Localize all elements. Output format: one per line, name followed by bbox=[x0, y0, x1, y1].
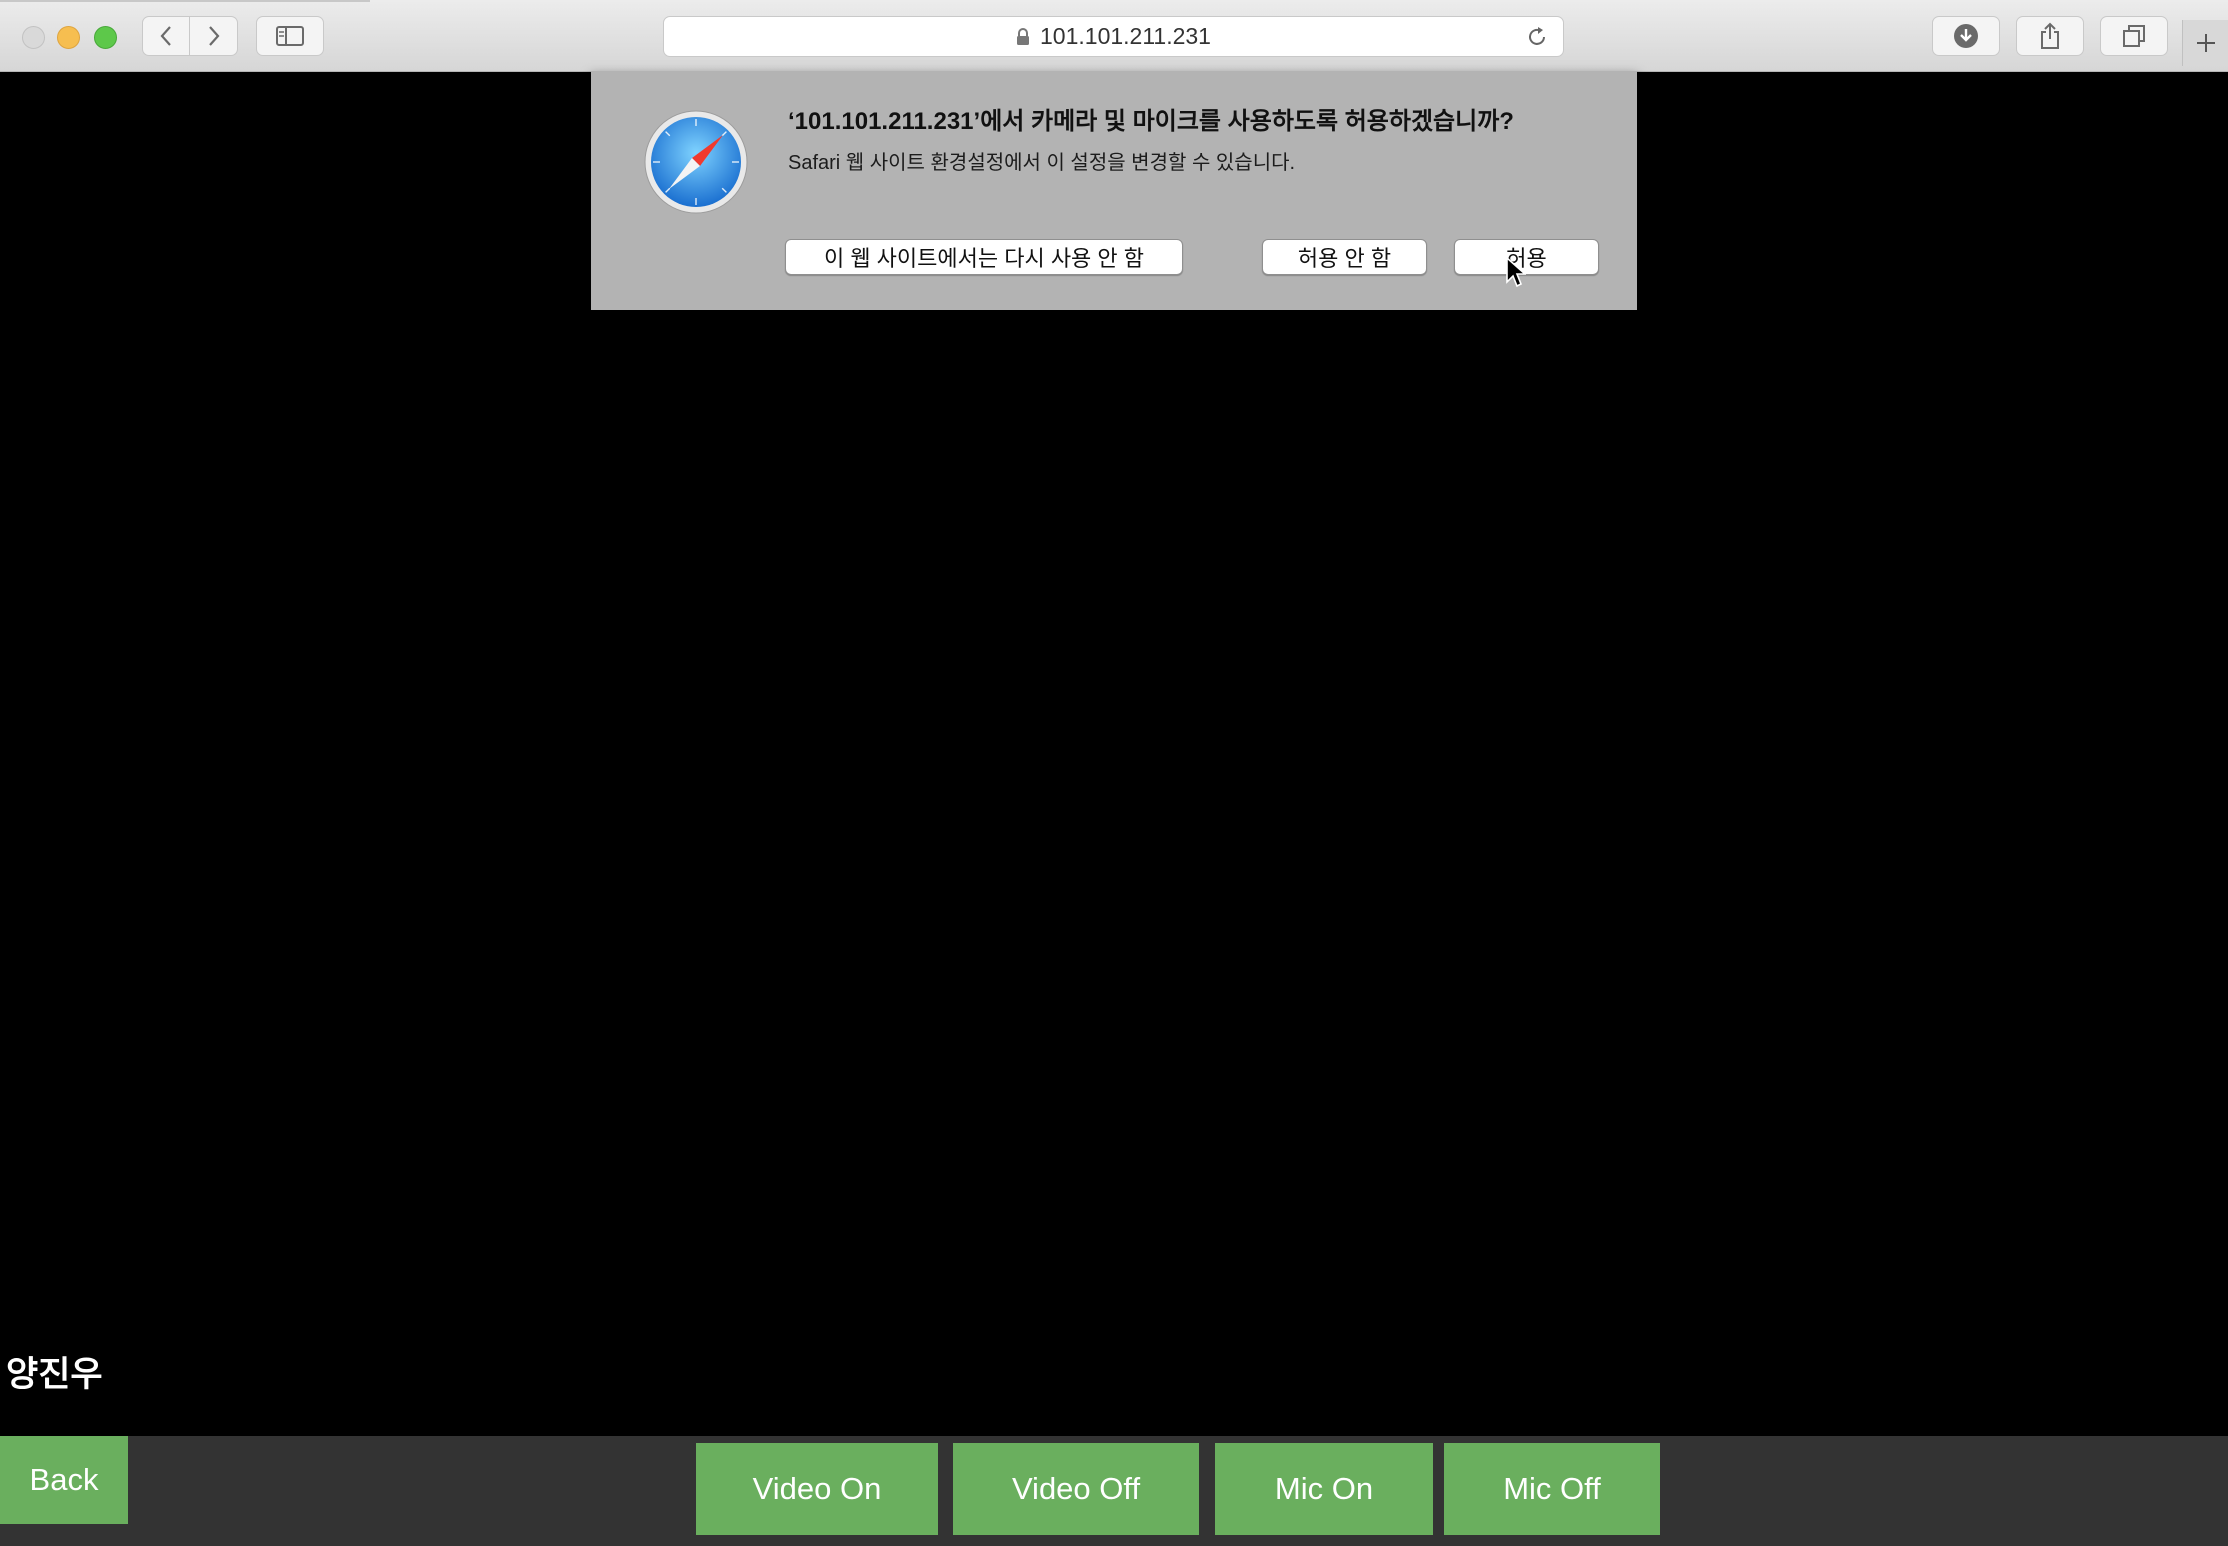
address-bar[interactable]: 101.101.211.231 bbox=[663, 16, 1564, 57]
tabs-overview-icon bbox=[2123, 25, 2145, 47]
video-on-button[interactable]: Video On bbox=[696, 1443, 938, 1535]
sidebar-toggle-button[interactable] bbox=[256, 16, 324, 56]
page-load-progress bbox=[0, 0, 370, 2]
allow-button[interactable]: 허용 bbox=[1454, 239, 1599, 275]
forward-nav-button[interactable] bbox=[190, 16, 238, 56]
share-button[interactable] bbox=[2016, 16, 2084, 56]
download-icon bbox=[1954, 24, 1978, 48]
back-nav-button[interactable] bbox=[142, 16, 190, 56]
dialog-subtitle: Safari 웹 사이트 환경설정에서 이 설정을 변경할 수 있습니다. bbox=[788, 152, 1296, 174]
deny-button[interactable]: 허용 안 함 bbox=[1262, 239, 1427, 275]
chevron-left-icon bbox=[160, 26, 171, 46]
browser-toolbar: 101.101.211.231 bbox=[0, 0, 2228, 72]
tab-overview-button[interactable] bbox=[2100, 16, 2168, 56]
video-off-button[interactable]: Video Off bbox=[953, 1443, 1199, 1535]
sidebar-icon bbox=[276, 26, 304, 46]
safari-compass-icon bbox=[644, 110, 748, 214]
mouse-cursor-icon bbox=[1506, 257, 1526, 288]
new-tab-button[interactable] bbox=[2182, 20, 2228, 66]
window-minimize-button[interactable] bbox=[57, 26, 80, 49]
address-url: 101.101.211.231 bbox=[1040, 23, 1211, 49]
downloads-button[interactable] bbox=[1932, 16, 2000, 56]
permission-dialog: ‘101.101.211.231’에서 카메라 및 마이크를 사용하도록 허용하… bbox=[591, 71, 1637, 310]
never-allow-button[interactable]: 이 웹 사이트에서는 다시 사용 안 함 bbox=[785, 239, 1183, 275]
mic-off-button[interactable]: Mic Off bbox=[1444, 1443, 1660, 1535]
window-close-button[interactable] bbox=[22, 26, 45, 49]
reload-icon[interactable] bbox=[1525, 25, 1549, 49]
plus-icon bbox=[2197, 34, 2215, 52]
mic-on-button[interactable]: Mic On bbox=[1215, 1443, 1433, 1535]
dialog-title: ‘101.101.211.231’에서 카메라 및 마이크를 사용하도록 허용하… bbox=[788, 108, 1514, 135]
user-name-label: 양진우 bbox=[6, 1355, 103, 1394]
lock-icon bbox=[1017, 27, 1030, 45]
window-zoom-button[interactable] bbox=[94, 26, 117, 49]
chevron-right-icon bbox=[208, 26, 219, 46]
share-icon bbox=[2041, 22, 2059, 49]
back-button[interactable]: Back bbox=[0, 1436, 128, 1524]
